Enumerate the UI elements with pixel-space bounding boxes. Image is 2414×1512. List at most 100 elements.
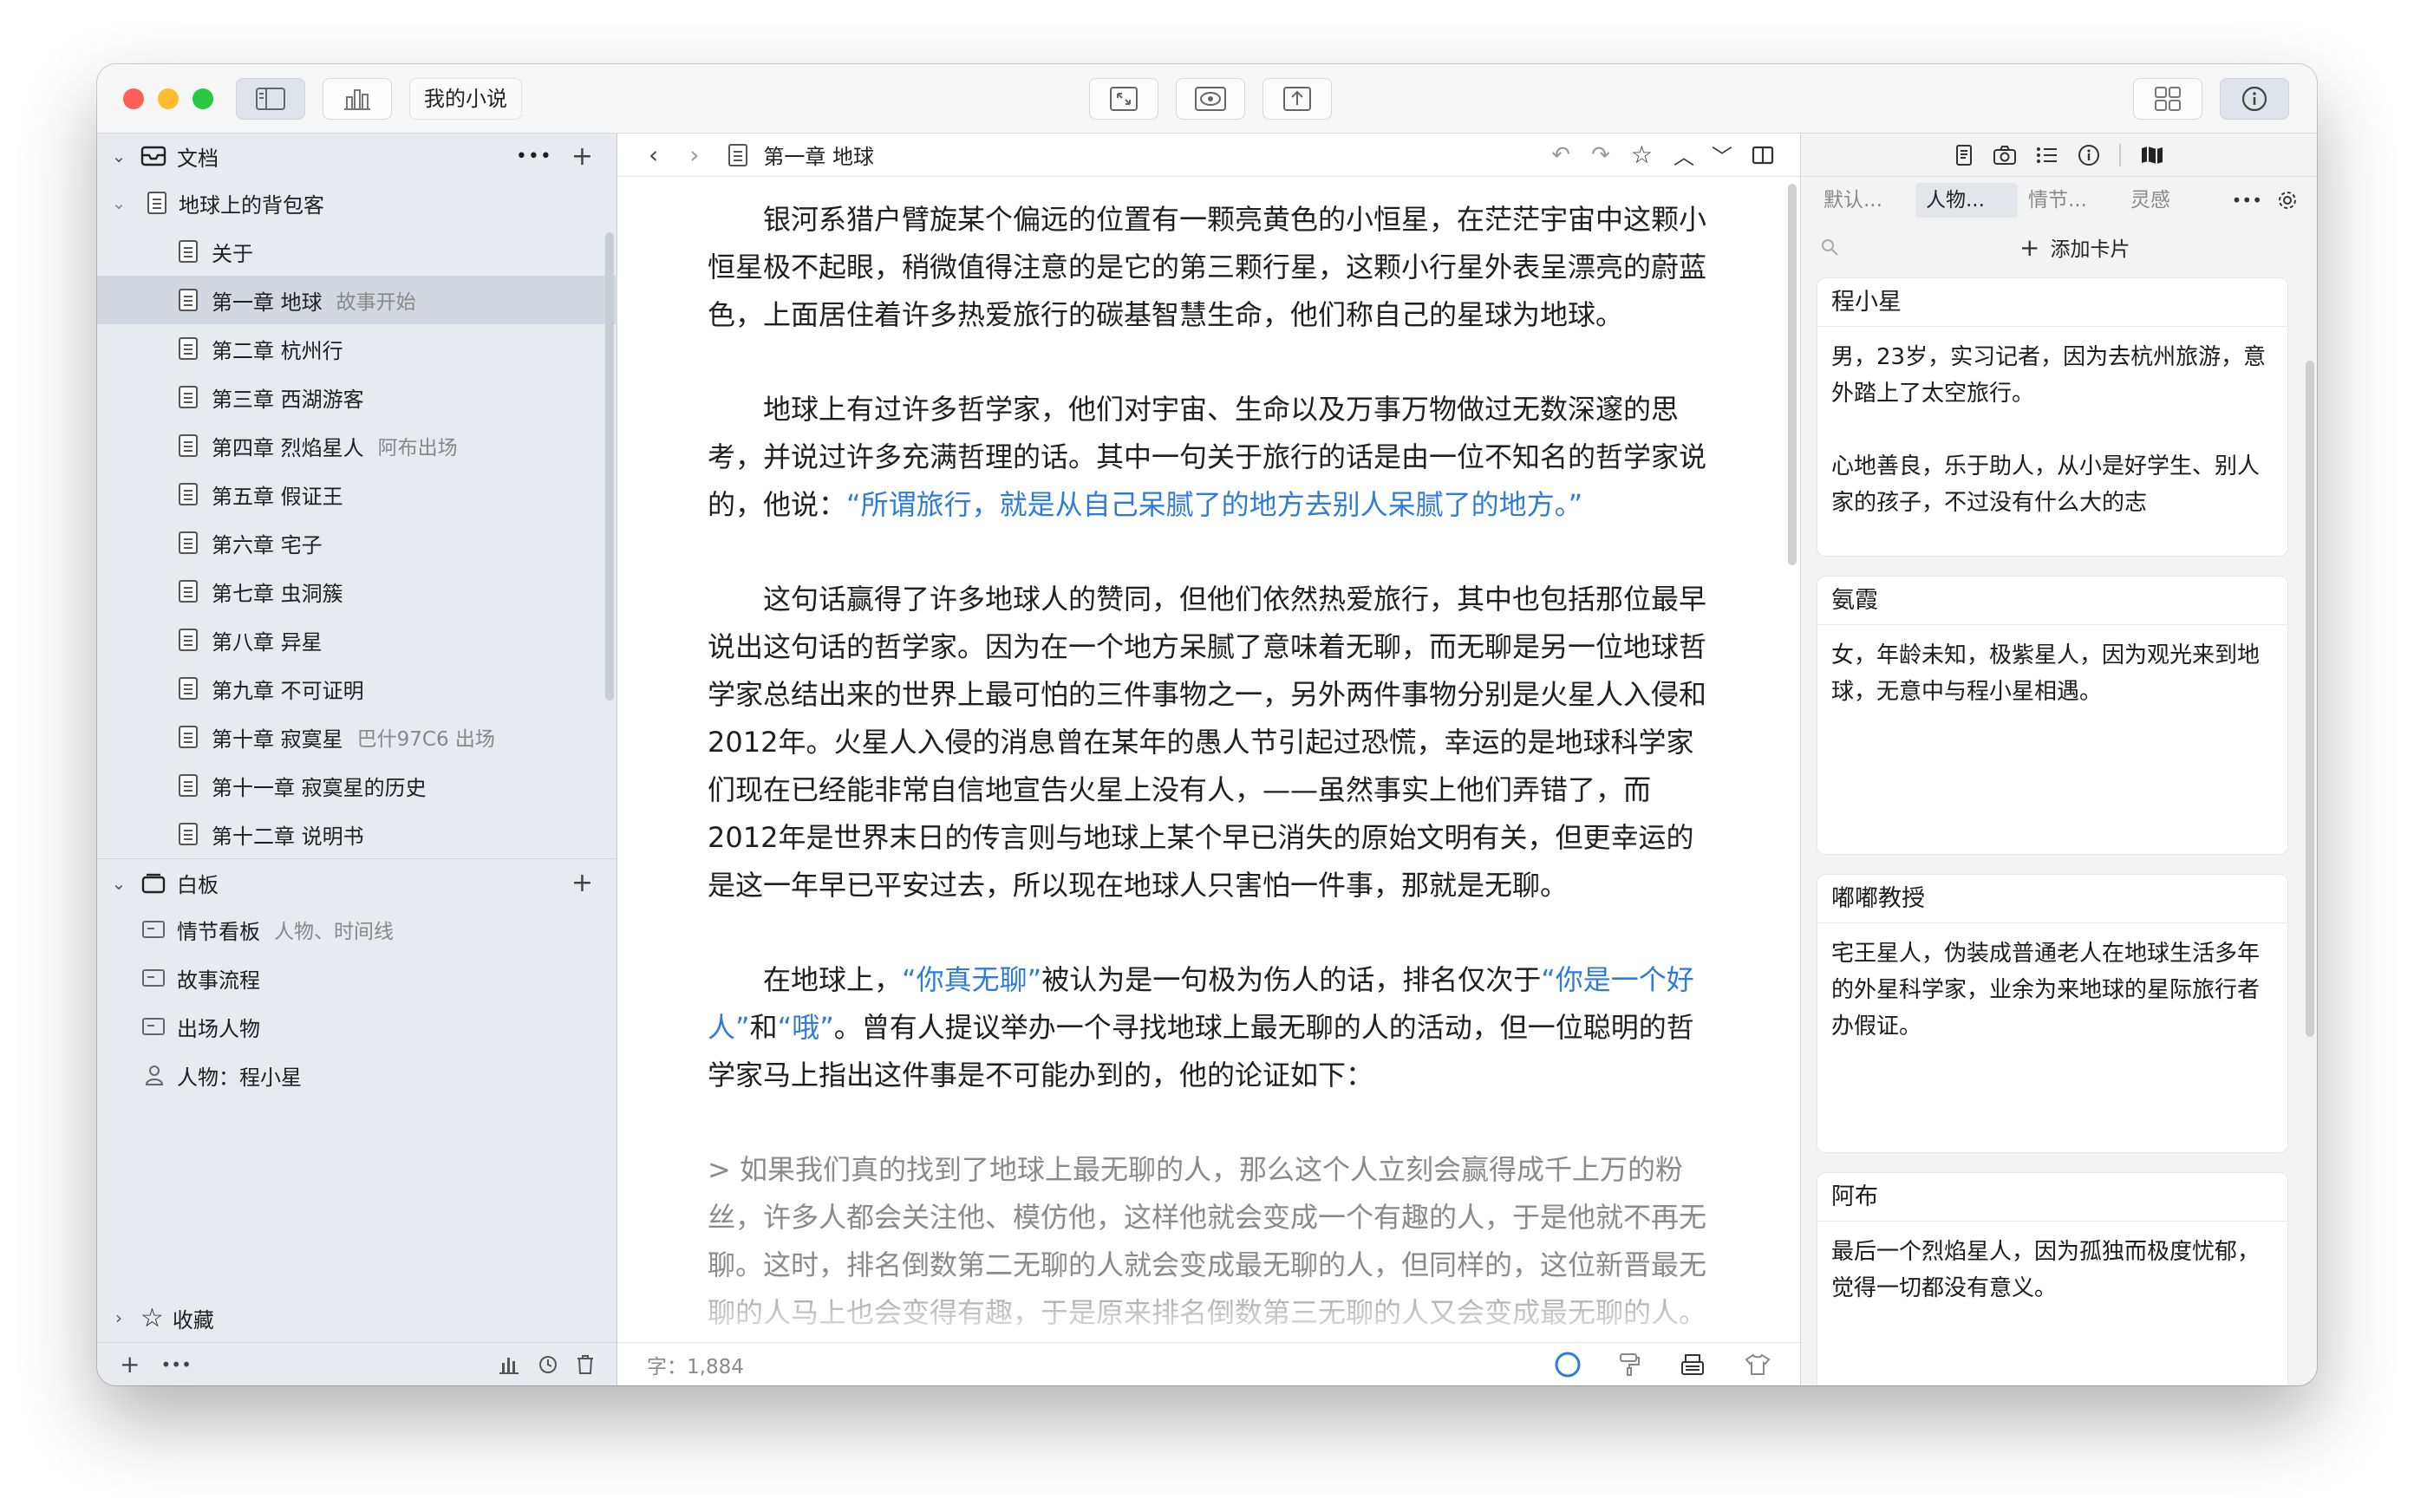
add-icon[interactable]: + [120, 1350, 140, 1378]
chevron-down-icon[interactable]: ⌄ [108, 146, 130, 166]
list-icon[interactable] [2036, 146, 2058, 165]
tab-inspiration[interactable]: 灵感 [2120, 183, 2222, 218]
statistics-icon[interactable] [498, 1354, 520, 1375]
share-button[interactable] [1262, 78, 1332, 120]
editor-scrollbar[interactable] [1788, 184, 1797, 565]
sidebar-item-chapter-8[interactable]: 第八章 异星 [97, 616, 617, 664]
chevron-right-icon[interactable]: › [108, 1307, 130, 1328]
sidebar-item-characters[interactable]: 出场人物 [97, 1002, 617, 1051]
documents-section-header[interactable]: ⌄ 文档 ••• + [97, 134, 617, 179]
chevron-up-icon[interactable]: ︿ [1673, 140, 1694, 170]
add-icon[interactable]: + [571, 141, 593, 172]
fullscreen-button[interactable] [1089, 78, 1158, 120]
history-icon[interactable] [538, 1354, 558, 1375]
document-icon [179, 726, 198, 748]
inbox-icon [140, 146, 166, 166]
sidebar-item-character-card[interactable]: 人物：程小星 [97, 1051, 617, 1099]
close-window-button[interactable] [123, 88, 144, 109]
favorites-section-header[interactable]: › ☆ 收藏 [97, 1294, 617, 1342]
document-icon [179, 823, 198, 845]
sidebar-item-chapter-12[interactable]: 第十二章 说明书 [97, 810, 617, 858]
format-painter-icon[interactable] [1618, 1352, 1641, 1377]
fullscreen-icon [1110, 87, 1138, 111]
sidebar-item-label: 第六章 宅子 [212, 532, 323, 557]
document-icon [179, 289, 198, 311]
character-card[interactable]: 程小星 男，23岁，实习记者，因为去杭州旅游，意外踏上了太空旅行。 心地善良，乐… [1817, 277, 2288, 557]
camera-icon[interactable] [1993, 145, 2017, 166]
more-icon[interactable]: ••• [160, 1354, 191, 1375]
gear-icon[interactable] [2276, 189, 2299, 212]
minimize-window-button[interactable] [158, 88, 179, 109]
add-icon[interactable]: + [571, 868, 593, 898]
sidebar-item-chapter-4[interactable]: 第四章 烈焰星人 阿布出场 [97, 421, 617, 470]
more-icon[interactable]: ••• [2232, 190, 2262, 211]
character-card[interactable]: 嘟嘟教授 宅王星人，伪装成普通老人在地球生活多年的外星科学家，业余为来地球的星际… [1817, 874, 2288, 1153]
sidebar-item-label: 第十一章 寂寞星的历史 [212, 775, 427, 800]
paragraph: 在地球上，“你真无聊”被认为是一句极为伤人的话，排名仅次于“你是一个好人”和“哦… [708, 963, 1694, 1092]
back-icon[interactable]: ‹ [649, 140, 658, 169]
trash-icon[interactable] [576, 1354, 595, 1375]
sidebar-item-chapter-10[interactable]: 第十章 寂寞星 巴什97C6 出场 [97, 713, 617, 761]
more-icon[interactable]: ••• [516, 146, 552, 167]
character-card[interactable]: 阿布 最后一个烈焰星人，因为孤独而极度忧郁，觉得一切都没有意义。 [1817, 1172, 2288, 1385]
group-row[interactable]: ⌄ 地球上的背包客 [97, 179, 617, 227]
document-icon [179, 580, 198, 603]
document-icon [179, 629, 198, 651]
document-info-icon[interactable] [1954, 144, 1974, 166]
chevron-down-icon[interactable]: ﹀ [1712, 140, 1732, 170]
star-icon[interactable]: ☆ [1631, 140, 1653, 169]
quote-highlight: “你真无聊” [902, 963, 1042, 996]
tab-default[interactable]: 默认... [1813, 183, 1915, 218]
card-body: 宅王星人，伪装成普通老人在地球生活多年的外星科学家，业余为来地球的星际旅行者办假… [1831, 941, 2261, 1040]
sidebar-item-chapter-7[interactable]: 第七章 虫洞簇 [97, 567, 617, 616]
sidebar-item-chapter-1[interactable]: 第一章 地球 故事开始 [97, 276, 617, 324]
whiteboard-label: 白板 [177, 873, 219, 897]
sidebar-item-chapter-2[interactable]: 第二章 杭州行 [97, 324, 617, 373]
editor-status-bar: 字：1,884 [617, 1342, 1800, 1385]
share-icon [1283, 87, 1311, 111]
document-icon [179, 531, 198, 554]
document-body[interactable]: 银河系猎户臂旋某个偏远的位置有一颗亮黄色的小恒星，在茫茫宇宙中这颗小恒星极不起眼… [708, 196, 1713, 1384]
sidebar-item-chapter-3[interactable]: 第三章 西湖游客 [97, 373, 617, 421]
sidebar-scrollbar[interactable] [605, 232, 614, 701]
sidebar-item-story-flow[interactable]: 故事流程 [97, 954, 617, 1002]
info-icon[interactable] [2078, 144, 2100, 166]
document-icon [179, 240, 198, 263]
preview-button[interactable] [1176, 78, 1245, 120]
sidebar-item-chapter-11[interactable]: 第十一章 寂寞星的历史 [97, 761, 617, 810]
group-document-icon [147, 192, 166, 214]
inspector-toggle-button[interactable] [2220, 78, 2289, 120]
statistics-button[interactable] [323, 78, 392, 120]
tab-plot[interactable]: 情节... [2018, 183, 2120, 218]
whiteboard-icon [141, 873, 166, 893]
theme-shirt-icon[interactable] [1745, 1352, 1771, 1376]
redo-icon[interactable]: ↷ [1591, 142, 1610, 168]
tab-characters[interactable]: 人物... [1915, 183, 2018, 218]
sidebar-item-about[interactable]: 关于 [97, 227, 617, 276]
undo-icon[interactable]: ↶ [1551, 142, 1570, 168]
character-card[interactable]: 氨霞 女，年龄未知，极紫星人，因为观光来到地球，无意中与程小星相遇。 [1817, 576, 2288, 855]
typewriter-icon[interactable] [1680, 1353, 1705, 1376]
sidebar-item-chapter-5[interactable]: 第五章 假证王 [97, 470, 617, 518]
sidebar-item-chapter-9[interactable]: 第九章 不可证明 [97, 664, 617, 713]
split-view-icon[interactable] [1752, 146, 1774, 165]
forward-icon[interactable]: › [689, 140, 699, 169]
document-icon [728, 143, 748, 166]
progress-ring-icon[interactable] [1554, 1351, 1582, 1378]
search-icon[interactable] [1820, 238, 1839, 257]
chevron-down-icon[interactable]: ⌄ [108, 873, 130, 894]
project-title[interactable]: 我的小说 [409, 78, 522, 120]
sidebar-item-plot-board[interactable]: 情节看板 人物、时间线 [97, 905, 617, 954]
sidebar-item-label: 第十章 寂寞星 [212, 727, 343, 752]
add-card-button[interactable]: 添加卡片 [2050, 232, 2130, 262]
add-icon[interactable]: + [2019, 233, 2039, 262]
map-icon[interactable] [2140, 145, 2164, 166]
sidebar-toggle-button[interactable] [236, 78, 305, 120]
whiteboard-section-header[interactable]: ⌄ 白板 + [97, 858, 617, 907]
sidebar-item-chapter-6[interactable]: 第六章 宅子 [97, 518, 617, 567]
chevron-down-icon[interactable]: ⌄ [108, 192, 130, 213]
grid-view-button[interactable] [2133, 78, 2202, 120]
inspector-scrollbar[interactable] [2306, 361, 2314, 1037]
card-title: 程小星 [1817, 278, 2287, 327]
zoom-window-button[interactable] [192, 88, 213, 109]
